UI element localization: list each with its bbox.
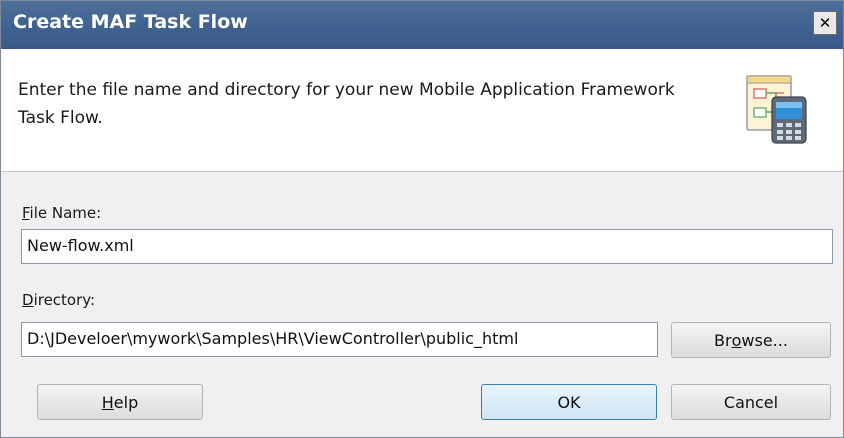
close-icon: ✕ [818, 14, 832, 32]
cancel-button[interactable]: Cancel [671, 384, 831, 420]
title-bar[interactable]: Create MAF Task Flow ✕ [1, 1, 843, 49]
file-name-label: File Name: [22, 204, 102, 222]
directory-label: Directory: [22, 291, 96, 309]
create-maf-task-flow-dialog: Create MAF Task Flow ✕ Enter the file na… [0, 0, 844, 438]
close-button[interactable]: ✕ [813, 11, 837, 35]
header-description: Enter the file name and directory for yo… [18, 80, 675, 128]
header-panel: Enter the file name and directory for yo… [1, 49, 843, 172]
ok-button[interactable]: OK [481, 384, 657, 420]
help-button[interactable]: Help [37, 384, 203, 420]
dialog-title: Create MAF Task Flow [13, 11, 248, 33]
file-name-input[interactable]: New-flow.xml [21, 229, 833, 264]
directory-input[interactable]: D:\JDeveloer\mywork\Samples\HR\ViewContr… [21, 322, 658, 357]
browse-button[interactable]: Br o wse... [671, 322, 831, 358]
mobile-task-flow-icon [746, 75, 807, 144]
